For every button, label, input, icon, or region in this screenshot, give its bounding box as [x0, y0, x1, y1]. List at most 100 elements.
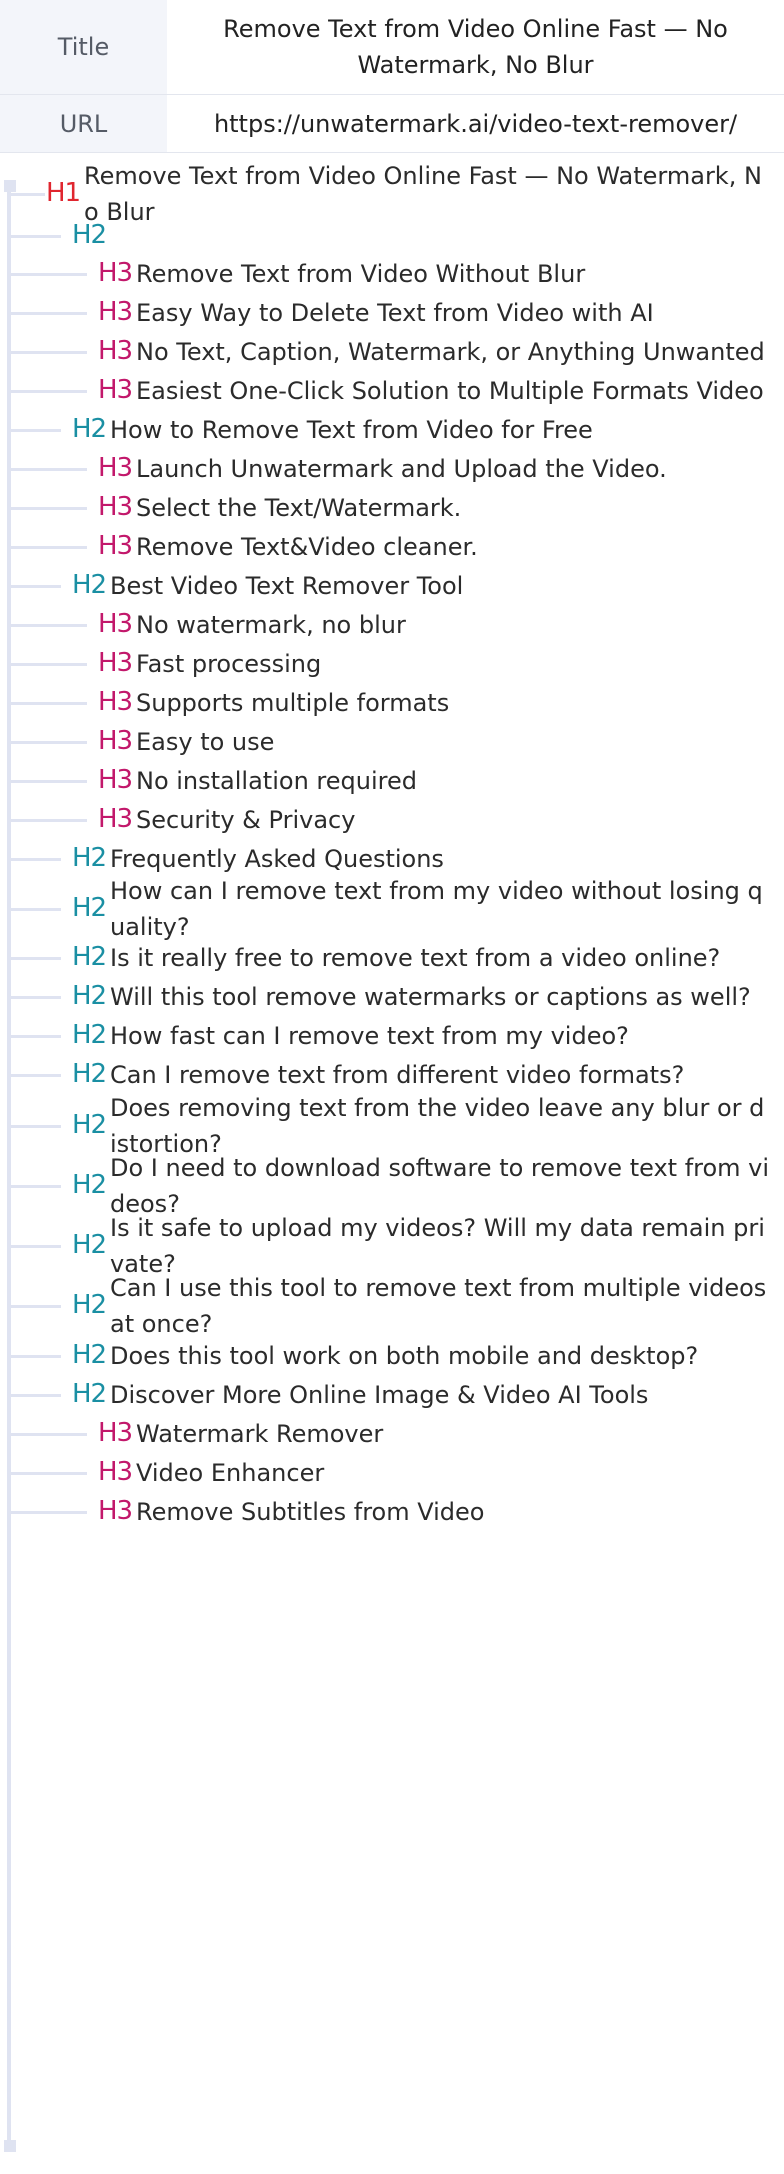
outline-item-label: Easy Way to Delete Text from Video with … — [136, 299, 654, 327]
h3-tag-icon: H3 — [98, 531, 133, 561]
meta-url-key: URL — [0, 95, 167, 152]
outline-item-label: No Text, Caption, Watermark, or Anything… — [136, 338, 765, 366]
tree-branch-line — [11, 351, 87, 354]
tree-branch-line — [11, 1125, 61, 1128]
outline-item-label: Does this tool work on both mobile and d… — [110, 1342, 699, 1370]
tree-branch-line — [11, 235, 61, 238]
h2-tag-icon: H2 — [72, 1290, 107, 1320]
outline-item-label: Fast processing — [136, 650, 322, 678]
tree-branch-line — [11, 273, 87, 276]
outline-item-label: Easiest One-Click Solution to Multiple F… — [136, 377, 764, 405]
h2-tag-icon: H2 — [72, 570, 107, 600]
tree-branch-line — [11, 546, 87, 549]
h1-tag-icon: H1 — [46, 178, 81, 208]
outline-item-label: Launch Unwatermark and Upload the Video. — [136, 455, 667, 483]
outline-item-label: Select the Text/Watermark. — [136, 494, 462, 522]
tree-branch-line — [11, 663, 87, 666]
outline-item-label: No watermark, no blur — [136, 611, 406, 639]
h3-tag-icon: H3 — [98, 453, 133, 483]
tree-branch-line — [11, 429, 61, 432]
tree-trunk-cap-top — [4, 180, 16, 192]
h3-tag-icon: H3 — [98, 648, 133, 678]
outline-item-label: Discover More Online Image & Video AI To… — [110, 1381, 649, 1409]
tree-branch-line — [11, 996, 61, 999]
page-meta-table: Title Remove Text from Video Online Fast… — [0, 0, 784, 153]
tree-branch-line — [11, 741, 87, 744]
tree-branch-line — [11, 1074, 61, 1077]
h2-tag-icon: H2 — [72, 1110, 107, 1140]
outline-item-label: Will this tool remove watermarks or capt… — [110, 983, 751, 1011]
h2-tag-icon: H2 — [72, 1059, 107, 1089]
h3-tag-icon: H3 — [98, 1496, 133, 1526]
h2-tag-icon: H2 — [72, 843, 107, 873]
outline-item-label: Watermark Remover — [136, 1420, 384, 1448]
outline-item-label: Video Enhancer — [136, 1459, 325, 1487]
outline-item-label: How can I remove text from my video with… — [110, 877, 763, 941]
tree-branch-line — [11, 1035, 61, 1038]
outline-item-label: Supports multiple formats — [136, 689, 450, 717]
h2-tag-icon: H2 — [72, 893, 107, 923]
meta-title-value: Remove Text from Video Online Fast — No … — [223, 15, 728, 79]
tree-branch-line — [11, 585, 61, 588]
tree-trunk-line — [7, 180, 11, 2152]
h2-tag-icon: H2 — [72, 1170, 107, 1200]
h3-tag-icon: H3 — [98, 1457, 133, 1487]
tree-branch-line — [11, 1245, 61, 1248]
outline-item-label: Remove Text from Video Without Blur — [136, 260, 586, 288]
h3-tag-icon: H3 — [98, 336, 133, 366]
h3-tag-icon: H3 — [98, 492, 133, 522]
tree-branch-line — [11, 908, 61, 911]
h2-tag-icon: H2 — [72, 1230, 107, 1260]
tree-branch-line — [11, 312, 87, 315]
tree-branch-line — [11, 507, 87, 510]
meta-url-value[interactable]: https://unwatermark.ai/video-text-remove… — [167, 95, 784, 152]
outline-item-label: How to Remove Text from Video for Free — [110, 416, 593, 444]
tree-branch-line — [11, 1355, 61, 1358]
tree-branch-line — [11, 702, 87, 705]
heading-outline-tree: H1 Remove Text from Video Online Fast — N… — [0, 162, 784, 2160]
h3-tag-icon: H3 — [98, 375, 133, 405]
tree-branch-line — [11, 468, 87, 471]
outline-item-label: How fast can I remove text from my video… — [110, 1022, 629, 1050]
h2-tag-icon: H2 — [72, 220, 107, 250]
tree-branch-line — [11, 780, 87, 783]
h3-tag-icon: H3 — [98, 609, 133, 639]
meta-title-key: Title — [0, 0, 167, 94]
tree-branch-line — [11, 193, 45, 196]
tree-branch-line — [11, 1394, 61, 1397]
outline-item-label: Best Video Text Remover Tool — [110, 572, 464, 600]
outline-item-label: Easy to use — [136, 728, 275, 756]
meta-row-url: URL https://unwatermark.ai/video-text-re… — [0, 95, 784, 153]
outline-item-label: Frequently Asked Questions — [110, 845, 444, 873]
outline-item-label: Can I remove text from different video f… — [110, 1061, 685, 1089]
h2-tag-icon: H2 — [72, 1020, 107, 1050]
outline-item-label: Remove Subtitles from Video — [136, 1498, 485, 1526]
h3-tag-icon: H3 — [98, 726, 133, 756]
outline-item-label: Security & Privacy — [136, 806, 356, 834]
tree-trunk-cap-bottom — [4, 2140, 16, 2152]
h3-tag-icon: H3 — [98, 765, 133, 795]
h3-tag-icon: H3 — [98, 297, 133, 327]
h2-tag-icon: H2 — [72, 414, 107, 444]
meta-row-title: Title Remove Text from Video Online Fast… — [0, 0, 784, 95]
tree-branch-line — [11, 858, 61, 861]
h3-tag-icon: H3 — [98, 687, 133, 717]
h3-tag-icon: H3 — [98, 1418, 133, 1448]
tree-branch-line — [11, 1433, 87, 1436]
h3-tag-icon: H3 — [98, 258, 133, 288]
tree-branch-line — [11, 1305, 61, 1308]
outline-item-label: Is it really free to remove text from a … — [110, 944, 721, 972]
h2-tag-icon: H2 — [72, 981, 107, 1011]
outline-item-label: Remove Text&Video cleaner. — [136, 533, 478, 561]
outline-item-h3[interactable]: H3 Remove Subtitles from Video — [0, 180, 784, 1526]
tree-branch-line — [11, 390, 87, 393]
outline-item-label: No installation required — [136, 767, 417, 795]
tree-branch-line — [11, 957, 61, 960]
outline-item-label: Remove Text from Video Online Fast — No … — [84, 162, 762, 226]
tree-branch-line — [11, 1185, 61, 1188]
h2-tag-icon: H2 — [72, 942, 107, 972]
h3-tag-icon: H3 — [98, 804, 133, 834]
outline-item-label: Can I use this tool to remove text from … — [110, 1274, 767, 1338]
tree-branch-line — [11, 624, 87, 627]
tree-branch-line — [11, 1511, 87, 1514]
